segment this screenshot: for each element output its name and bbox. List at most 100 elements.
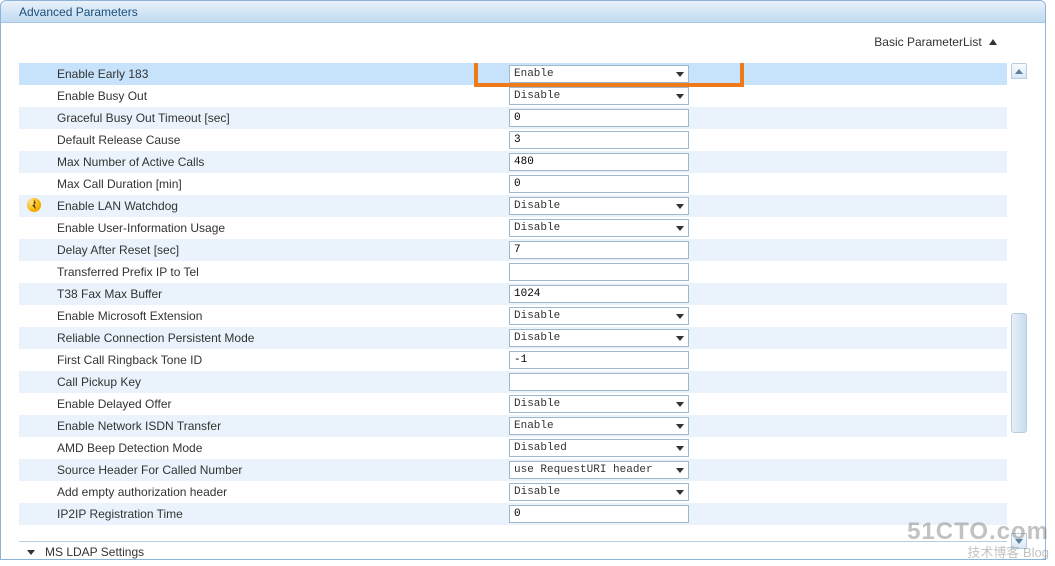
section-header-label: MS LDAP Settings [45, 545, 144, 559]
scrollbar-thumb[interactable] [1011, 313, 1027, 433]
parameter-input[interactable] [514, 288, 684, 300]
parameter-row: Delay After Reset [sec] [19, 239, 1007, 261]
parameter-select[interactable]: Disable [509, 483, 689, 501]
row-icon-col [19, 198, 49, 215]
parameter-input-col: Disable [509, 197, 739, 215]
parameter-select[interactable]: Enable [509, 417, 689, 435]
parameter-row: Enable Microsoft ExtensionDisable [19, 305, 1007, 327]
parameter-label: Source Header For Called Number [49, 463, 509, 477]
parameter-input[interactable] [514, 134, 684, 146]
triangle-up-icon [1015, 69, 1023, 74]
parameter-row: Enable Early 183 Enable [19, 63, 1007, 85]
parameter-text-wrapper [509, 373, 689, 391]
parameter-label: Enable Early 183 [49, 67, 509, 81]
parameter-row: AMD Beep Detection Mode Disabled [19, 437, 1007, 459]
parameter-label: First Call Ringback Tone ID [49, 353, 509, 367]
parameter-label: Graceful Busy Out Timeout [sec] [49, 111, 509, 125]
parameter-select[interactable]: Disable [509, 395, 689, 413]
chevron-down-icon [676, 424, 684, 429]
parameter-input-col: Disable [509, 87, 739, 105]
parameter-input[interactable] [514, 266, 684, 278]
parameter-select[interactable]: use RequestURI header [509, 461, 689, 479]
parameter-row: Default Release Cause [19, 129, 1007, 151]
parameter-text-wrapper [509, 351, 689, 369]
select-value: Disable [514, 198, 672, 214]
chevron-down-icon [676, 226, 684, 231]
parameter-text-wrapper [509, 175, 689, 193]
parameter-input[interactable] [514, 508, 684, 520]
parameter-input-col: Enable [509, 65, 739, 83]
select-value: Disable [514, 308, 672, 324]
parameter-select[interactable]: Disable [509, 87, 689, 105]
parameter-select[interactable]: Disable [509, 197, 689, 215]
select-value: use RequestURI header [514, 462, 672, 478]
parameter-select[interactable]: Disable [509, 219, 689, 237]
parameter-label: Call Pickup Key [49, 375, 509, 389]
parameter-input-col [509, 263, 739, 281]
parameter-select[interactable]: Disable [509, 329, 689, 347]
parameter-input[interactable] [514, 112, 684, 124]
parameter-label: Enable LAN Watchdog [49, 199, 509, 213]
basic-parameter-list-link[interactable]: Basic ParameterList [874, 35, 997, 49]
parameter-scroll-area: Enable Early 183 Enable Enable Busy Out Dis… [19, 63, 1007, 559]
triangle-up-icon [989, 39, 997, 45]
select-value: Disable [514, 330, 672, 346]
parameter-text-wrapper [509, 263, 689, 281]
parameter-row: Graceful Busy Out Timeout [sec] [19, 107, 1007, 129]
select-value: Disabled [514, 440, 672, 456]
panel-title: Advanced Parameters [1, 1, 1045, 23]
parameter-input-col: Disable [509, 307, 739, 325]
parameter-row: Reliable Connection Persistent Mode Disab… [19, 327, 1007, 349]
parameter-row: Max Number of Active Calls [19, 151, 1007, 173]
scroll-down-button[interactable] [1011, 533, 1027, 549]
chevron-down-icon [676, 468, 684, 473]
parameter-input[interactable] [514, 244, 684, 256]
parameter-label: Reliable Connection Persistent Mode [49, 331, 509, 345]
parameter-input-col [509, 131, 739, 149]
parameter-input[interactable] [514, 156, 684, 168]
section-header-ms-ldap[interactable]: MS LDAP Settings [19, 541, 1007, 559]
parameter-input-col: Disable [509, 483, 739, 501]
parameter-input-col: use RequestURI header [509, 461, 739, 479]
parameter-text-wrapper [509, 109, 689, 127]
parameter-row: First Call Ringback Tone ID [19, 349, 1007, 371]
parameter-input[interactable] [514, 178, 684, 190]
parameter-label: Max Number of Active Calls [49, 155, 509, 169]
parameter-row: Max Call Duration [min] [19, 173, 1007, 195]
select-value: Enable [514, 66, 672, 82]
parameter-row: Enable Delayed Offer Disable [19, 393, 1007, 415]
parameter-row: Source Header For Called Number use Reque… [19, 459, 1007, 481]
parameter-rows: Enable Early 183 Enable Enable Busy Out Dis… [19, 63, 1007, 525]
parameter-label: AMD Beep Detection Mode [49, 441, 509, 455]
select-value: Enable [514, 418, 672, 434]
parameter-label: Enable Busy Out [49, 89, 509, 103]
parameter-text-wrapper [509, 153, 689, 171]
select-value: Disable [514, 396, 672, 412]
parameter-label: Enable User-Information Usage [49, 221, 509, 235]
parameter-input-col: Disable [509, 395, 739, 413]
parameter-input[interactable] [514, 376, 684, 388]
parameter-row: Call Pickup Key [19, 371, 1007, 393]
parameter-label: Add empty authorization header [49, 485, 509, 499]
vertical-scrollbar[interactable] [1011, 63, 1027, 549]
parameter-input-col [509, 175, 739, 193]
parameter-row: Enable LAN Watchdog Disable [19, 195, 1007, 217]
panel-body: Basic ParameterList Enable Early 183Enab… [1, 23, 1045, 559]
chevron-down-icon [27, 550, 35, 555]
chevron-down-icon [676, 446, 684, 451]
parameter-label: Enable Network ISDN Transfer [49, 419, 509, 433]
parameter-input[interactable] [514, 354, 684, 366]
parameter-select[interactable]: Disable [509, 307, 689, 325]
parameter-select[interactable]: Disabled [509, 439, 689, 457]
select-value: Disable [514, 88, 672, 104]
parameter-text-wrapper [509, 505, 689, 523]
scroll-up-button[interactable] [1011, 63, 1027, 79]
select-value: Disable [514, 220, 672, 236]
chevron-down-icon [676, 94, 684, 99]
parameter-label: Delay After Reset [sec] [49, 243, 509, 257]
chevron-down-icon [676, 314, 684, 319]
parameter-label: Enable Delayed Offer [49, 397, 509, 411]
parameter-input-col: Enable [509, 417, 739, 435]
parameter-select[interactable]: Enable [509, 65, 689, 83]
parameter-row: Enable Network ISDN Transfer Enable [19, 415, 1007, 437]
